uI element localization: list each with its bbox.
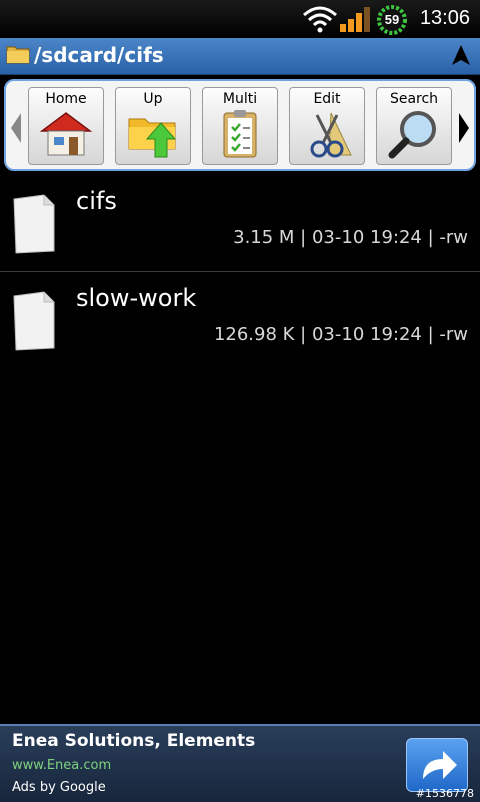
search-button[interactable]: Search [376, 87, 452, 165]
file-name: cifs [76, 187, 117, 215]
up-button[interactable]: Up [115, 87, 191, 165]
battery-level: 59 [384, 12, 400, 27]
clock: 13:06 [419, 7, 470, 29]
ad-attribution: Ads by Google [12, 780, 106, 795]
wifi-icon [303, 6, 337, 33]
navigation-arrow-icon[interactable] [450, 44, 472, 66]
folder-up-icon [128, 118, 177, 158]
magnifier-icon [388, 111, 436, 159]
up-button-label: Up [143, 91, 163, 107]
share-arrow-icon [423, 751, 457, 779]
file-name: slow-work [76, 284, 197, 312]
search-button-label: Search [389, 91, 439, 107]
scissors-icon [310, 112, 352, 158]
edit-button[interactable]: Edit [289, 87, 365, 165]
file-icon [13, 194, 55, 254]
list-item[interactable]: cifs 3.15 M | 03-10 19:24 | -rw [0, 175, 480, 272]
current-path: /sdcard/cifs [34, 43, 164, 67]
folder-icon [6, 46, 30, 64]
ad-id: #1536778 [415, 787, 474, 800]
multi-button-label: Multi [222, 91, 258, 107]
toolbar: Home Up Multi Edit Search [4, 79, 476, 171]
ad-url[interactable]: www.Enea.com [12, 758, 111, 773]
signal-icon [340, 7, 370, 32]
file-icon [13, 291, 55, 351]
multi-button[interactable]: Multi [202, 87, 278, 165]
scroll-right-icon[interactable] [456, 111, 472, 145]
home-button-label: Home [45, 91, 87, 107]
clipboard-check-icon [223, 110, 257, 158]
ad-banner[interactable]: Enea Solutions, Elements www.Enea.com Ad… [0, 724, 480, 802]
house-icon [39, 112, 93, 156]
scroll-left-icon[interactable] [8, 111, 24, 145]
list-item[interactable]: slow-work 126.98 K | 03-10 19:24 | -rw [0, 272, 480, 368]
edit-button-label: Edit [313, 91, 341, 107]
file-meta: 126.98 K | 03-10 19:24 | -rw [213, 324, 468, 345]
home-button[interactable]: Home [28, 87, 104, 165]
file-meta: 3.15 M | 03-10 19:24 | -rw [233, 227, 468, 248]
ad-title[interactable]: Enea Solutions, Elements [12, 731, 255, 751]
ad-open-button[interactable] [406, 738, 468, 792]
toolbar-area: Home Up Multi Edit Search [0, 75, 480, 175]
status-bar: 59 13:06 [0, 0, 480, 38]
path-bar: /sdcard/cifs [0, 38, 480, 75]
